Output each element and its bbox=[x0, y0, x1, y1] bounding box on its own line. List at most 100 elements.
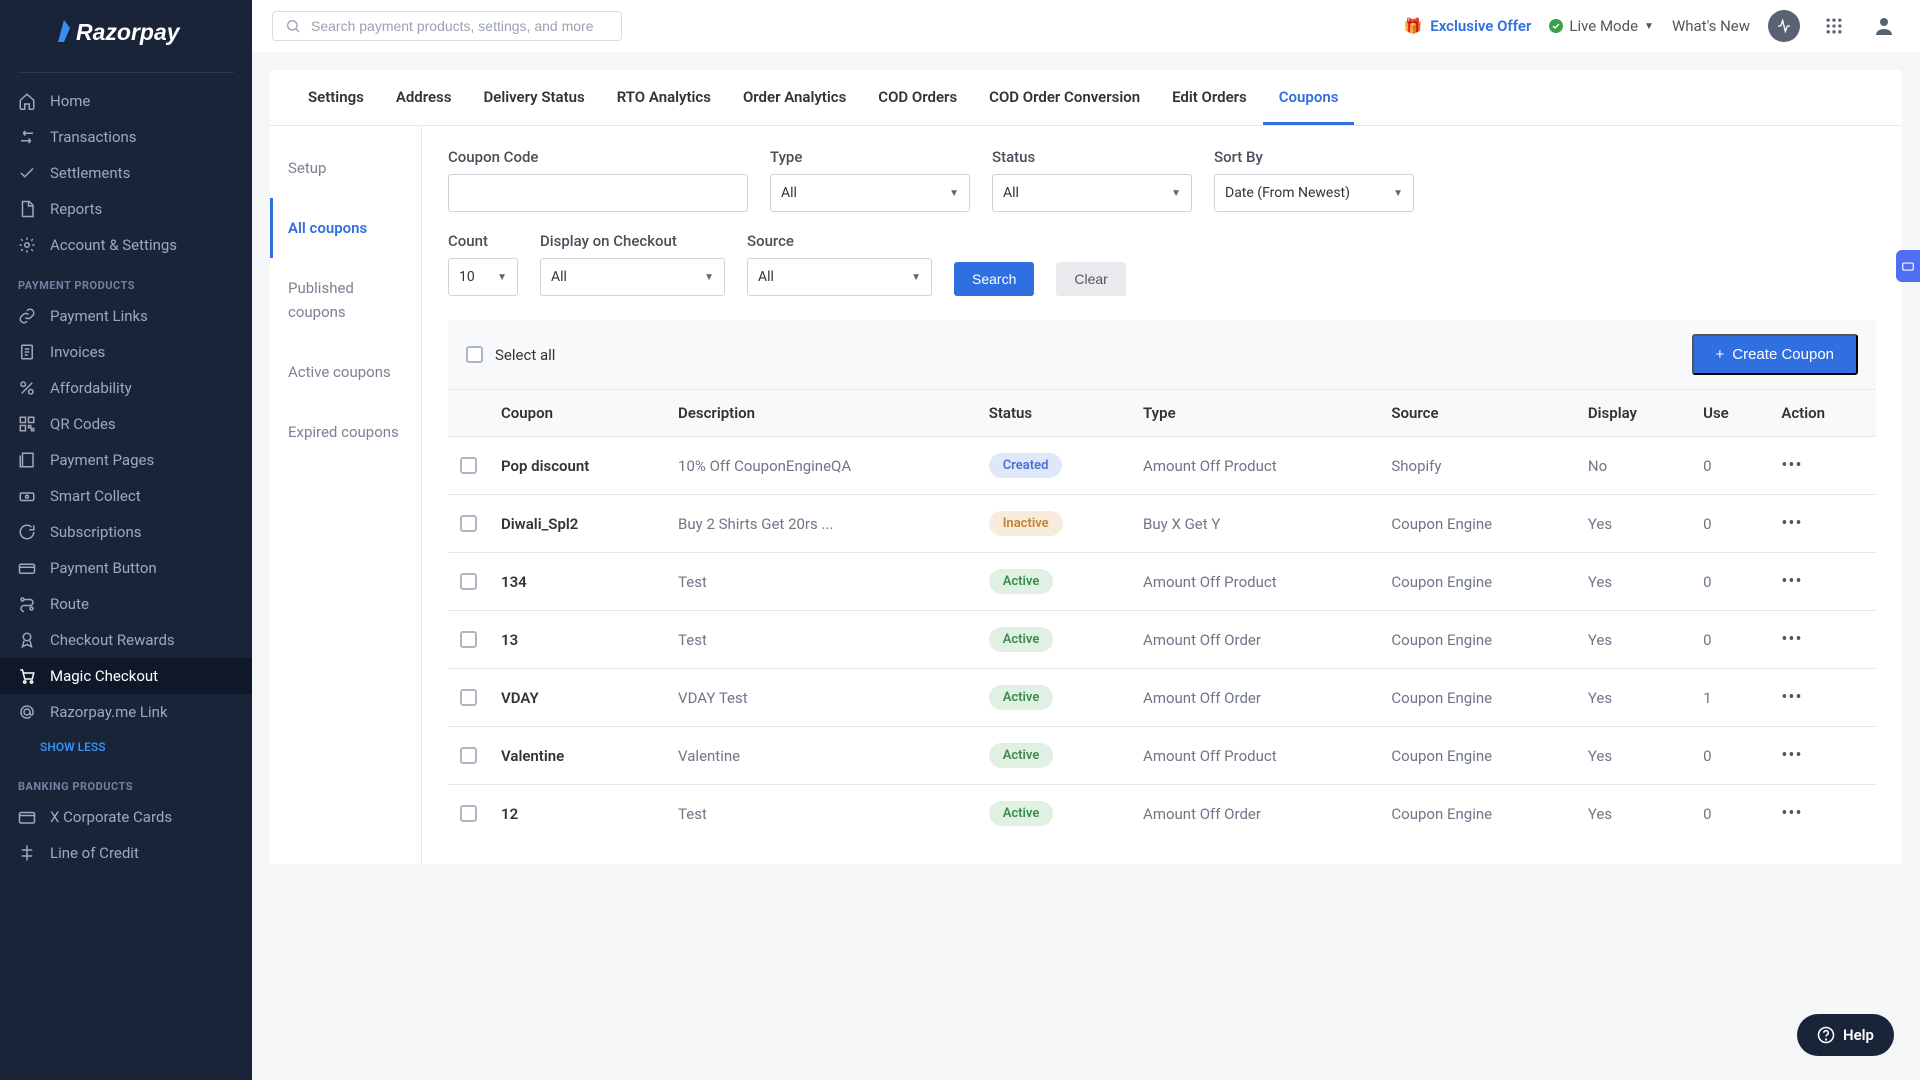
search-input[interactable] bbox=[311, 18, 609, 34]
sidebar-item-account-settings[interactable]: Account & Settings bbox=[0, 227, 252, 263]
subnav-item-published-coupons[interactable]: Published coupons bbox=[270, 258, 421, 342]
display-select[interactable]: All▼ bbox=[540, 258, 725, 296]
sort-select[interactable]: Date (From Newest)▼ bbox=[1214, 174, 1414, 212]
sidebar-item-payment-button[interactable]: Payment Button bbox=[0, 550, 252, 586]
side-widget-button[interactable] bbox=[1896, 250, 1920, 282]
row-action-menu[interactable]: ••• bbox=[1781, 455, 1802, 476]
coupon-cell[interactable]: 134 bbox=[489, 553, 666, 611]
row-action-menu[interactable]: ••• bbox=[1781, 571, 1802, 592]
row-checkbox[interactable] bbox=[460, 631, 477, 648]
column-header: Use bbox=[1691, 390, 1769, 437]
sidebar-item-invoices[interactable]: Invoices bbox=[0, 334, 252, 370]
sidebar-item-smart-collect[interactable]: Smart Collect bbox=[0, 478, 252, 514]
sidebar-item-payment-links[interactable]: Payment Links bbox=[0, 298, 252, 334]
row-action-menu[interactable]: ••• bbox=[1781, 803, 1802, 824]
show-less-link[interactable]: SHOW LESS bbox=[0, 730, 252, 764]
credit-icon bbox=[18, 844, 36, 862]
row-action-menu[interactable]: ••• bbox=[1781, 745, 1802, 766]
card-icon bbox=[18, 808, 36, 826]
row-action-menu[interactable]: ••• bbox=[1781, 629, 1802, 650]
status-select[interactable]: All▼ bbox=[992, 174, 1192, 212]
row-action-menu[interactable]: ••• bbox=[1781, 513, 1802, 534]
sidebar-item-qr-codes[interactable]: QR Codes bbox=[0, 406, 252, 442]
keyboard-icon bbox=[1901, 259, 1915, 273]
sidebar: Razorpay HomeTransactionsSettlementsRepo… bbox=[0, 0, 252, 1080]
coupon-cell[interactable]: 13 bbox=[489, 611, 666, 669]
row-checkbox[interactable] bbox=[460, 515, 477, 532]
subnav-item-setup[interactable]: Setup bbox=[270, 138, 421, 198]
type-select[interactable]: All▼ bbox=[770, 174, 970, 212]
exclusive-offer-label: Exclusive Offer bbox=[1430, 17, 1531, 35]
logo[interactable]: Razorpay bbox=[0, 18, 252, 66]
exclusive-offer-link[interactable]: 🎁 Exclusive Offer bbox=[1404, 17, 1532, 35]
sidebar-item-x-corporate-cards[interactable]: X Corporate Cards bbox=[0, 799, 252, 835]
coupon-cell[interactable]: 12 bbox=[489, 785, 666, 843]
tab-order-analytics[interactable]: Order Analytics bbox=[727, 70, 862, 125]
search-button[interactable]: Search bbox=[954, 262, 1034, 296]
section-header-banking: BANKING PRODUCTS bbox=[0, 764, 252, 799]
type-cell: Amount Off Product bbox=[1131, 727, 1379, 785]
row-checkbox[interactable] bbox=[460, 457, 477, 474]
live-mode-toggle[interactable]: Live Mode ▼ bbox=[1549, 17, 1654, 35]
coupon-code-input[interactable] bbox=[448, 174, 748, 212]
tab-coupons[interactable]: Coupons bbox=[1263, 70, 1355, 125]
tab-rto-analytics[interactable]: RTO Analytics bbox=[601, 70, 727, 125]
sidebar-item-route[interactable]: Route bbox=[0, 586, 252, 622]
help-button[interactable]: Help bbox=[1797, 1014, 1894, 1056]
subnav-item-expired-coupons[interactable]: Expired coupons bbox=[270, 402, 421, 462]
sidebar-item-label: Payment Button bbox=[50, 559, 157, 577]
sidebar-item-label: Checkout Rewards bbox=[50, 631, 175, 649]
coupon-cell[interactable]: VDAY bbox=[489, 669, 666, 727]
count-select[interactable]: 10▼ bbox=[448, 258, 518, 296]
tab-edit-orders[interactable]: Edit Orders bbox=[1156, 70, 1263, 125]
sidebar-item-magic-checkout[interactable]: Magic Checkout bbox=[0, 658, 252, 694]
create-coupon-button[interactable]: + Create Coupon bbox=[1692, 334, 1859, 375]
source-cell: Coupon Engine bbox=[1379, 553, 1576, 611]
tab-settings[interactable]: Settings bbox=[292, 70, 380, 125]
row-checkbox[interactable] bbox=[460, 689, 477, 706]
tab-address[interactable]: Address bbox=[380, 70, 468, 125]
clear-button[interactable]: Clear bbox=[1056, 262, 1125, 296]
coupon-cell[interactable]: Pop discount bbox=[489, 437, 666, 495]
coupon-cell[interactable]: Valentine bbox=[489, 727, 666, 785]
sidebar-item-settlements[interactable]: Settlements bbox=[0, 155, 252, 191]
desc-cell: Test bbox=[666, 553, 977, 611]
row-checkbox[interactable] bbox=[460, 747, 477, 764]
row-checkbox[interactable] bbox=[460, 573, 477, 590]
chevron-down-icon: ▼ bbox=[949, 188, 959, 199]
subnav-item-active-coupons[interactable]: Active coupons bbox=[270, 342, 421, 402]
sidebar-item-transactions[interactable]: Transactions bbox=[0, 119, 252, 155]
sidebar-item-subscriptions[interactable]: Subscriptions bbox=[0, 514, 252, 550]
select-all[interactable]: Select all bbox=[466, 346, 555, 364]
apps-icon[interactable] bbox=[1818, 10, 1850, 42]
tab-cod-orders[interactable]: COD Orders bbox=[862, 70, 973, 125]
row-checkbox[interactable] bbox=[460, 805, 477, 822]
sidebar-item-label: Magic Checkout bbox=[50, 667, 158, 685]
tab-delivery-status[interactable]: Delivery Status bbox=[468, 70, 601, 125]
activity-icon[interactable] bbox=[1768, 10, 1800, 42]
section-header-products: PAYMENT PRODUCTS bbox=[0, 263, 252, 298]
tab-cod-order-conversion[interactable]: COD Order Conversion bbox=[973, 70, 1156, 125]
sidebar-item-line-of-credit[interactable]: Line of Credit bbox=[0, 835, 252, 871]
source-cell: Coupon Engine bbox=[1379, 611, 1576, 669]
sidebar-item-payment-pages[interactable]: Payment Pages bbox=[0, 442, 252, 478]
status-cell: Active bbox=[977, 611, 1131, 669]
search-wrap[interactable] bbox=[272, 11, 622, 41]
sidebar-item-razorpay-me-link[interactable]: Razorpay.me Link bbox=[0, 694, 252, 730]
source-value: All bbox=[758, 269, 774, 285]
subnav-item-all-coupons[interactable]: All coupons bbox=[270, 198, 421, 258]
user-icon[interactable] bbox=[1868, 10, 1900, 42]
create-coupon-label: Create Coupon bbox=[1732, 346, 1834, 363]
source-cell: Coupon Engine bbox=[1379, 495, 1576, 553]
sidebar-item-affordability[interactable]: Affordability bbox=[0, 370, 252, 406]
whats-new-link[interactable]: What's New bbox=[1672, 17, 1750, 35]
column-header: Description bbox=[666, 390, 977, 437]
select-all-checkbox[interactable] bbox=[466, 346, 483, 363]
sidebar-item-reports[interactable]: Reports bbox=[0, 191, 252, 227]
sidebar-item-home[interactable]: Home bbox=[0, 83, 252, 119]
row-action-menu[interactable]: ••• bbox=[1781, 687, 1802, 708]
coupon-cell[interactable]: Diwali_Spl2 bbox=[489, 495, 666, 553]
swap-icon bbox=[18, 128, 36, 146]
sidebar-item-checkout-rewards[interactable]: Checkout Rewards bbox=[0, 622, 252, 658]
source-select[interactable]: All▼ bbox=[747, 258, 932, 296]
